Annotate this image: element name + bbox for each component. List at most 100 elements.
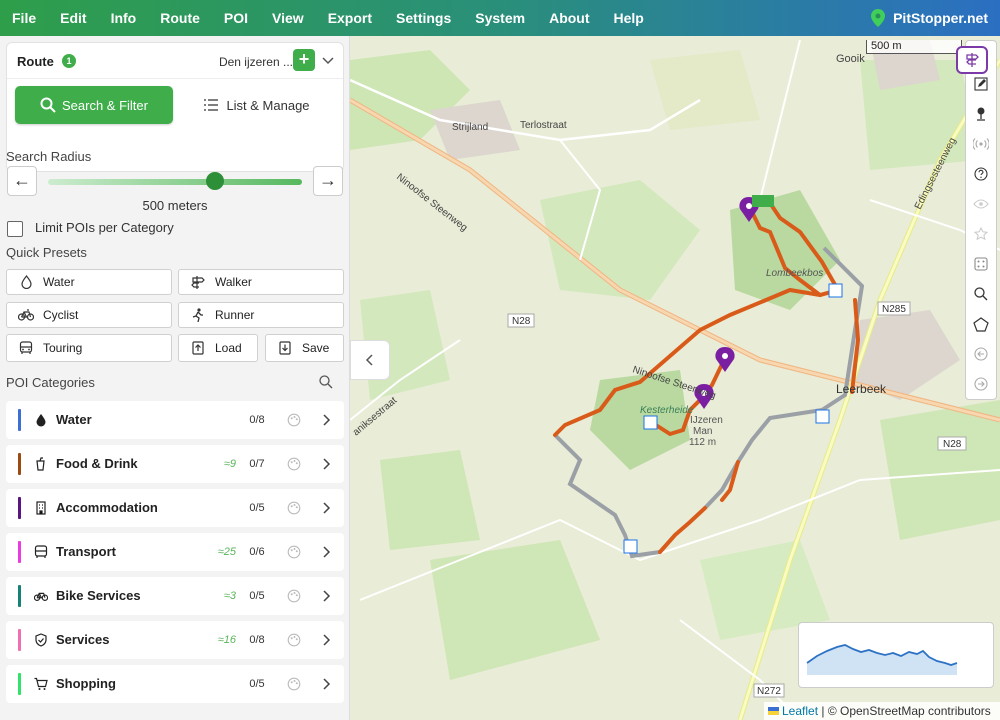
chevron-right-icon[interactable] xyxy=(319,589,333,603)
map-pin-icon xyxy=(871,9,886,27)
map-canvas[interactable]: Strijland Terlostraat Ninoofse Steenweg … xyxy=(350,36,1000,720)
polygon-tool[interactable] xyxy=(966,309,996,339)
chevron-right-icon[interactable] xyxy=(319,457,333,471)
elevation-profile[interactable] xyxy=(798,622,994,688)
preset-save-button[interactable]: Save xyxy=(265,334,344,362)
collapse-panel-button[interactable] xyxy=(350,340,390,380)
random-tool[interactable] xyxy=(966,249,996,279)
tab-list-manage[interactable]: List & Manage xyxy=(177,86,337,124)
osm-attribution-text[interactable]: | © OpenStreetMap contributors xyxy=(821,704,990,718)
preset-touring-button[interactable]: Touring xyxy=(6,334,172,362)
preset-load-button[interactable]: Load xyxy=(178,334,258,362)
bus-icon xyxy=(34,545,48,558)
category-row-shopping[interactable]: Shopping 0/5 xyxy=(6,665,344,703)
radius-decrease-button[interactable]: ← xyxy=(7,166,37,196)
signpost-tool[interactable] xyxy=(956,46,988,74)
menu-system[interactable]: System xyxy=(463,0,537,36)
search-icon xyxy=(40,97,56,113)
radius-slider-track[interactable] xyxy=(48,179,302,185)
flag-icon xyxy=(768,707,779,715)
leaflet-link[interactable]: Leaflet xyxy=(782,704,818,718)
category-name: Water xyxy=(56,412,92,427)
menu-edit[interactable]: Edit xyxy=(48,0,98,36)
limit-pois-label: Limit POIs per Category xyxy=(35,220,174,235)
menu-info[interactable]: Info xyxy=(99,0,149,36)
map-label-ijzeren: IJzeren xyxy=(690,415,723,426)
menu-bar: File Edit Info Route POI View Export Set… xyxy=(0,0,1000,36)
menu-file[interactable]: File xyxy=(0,0,48,36)
brand[interactable]: PitStopper.net xyxy=(871,0,988,36)
category-count: 0/8 xyxy=(249,414,265,426)
undo-tool[interactable] xyxy=(966,339,996,369)
map-label-terlostraat: Terlostraat xyxy=(520,120,567,131)
chevron-right-icon[interactable] xyxy=(319,633,333,647)
menu-help[interactable]: Help xyxy=(602,0,656,36)
chevron-right-icon[interactable] xyxy=(319,677,333,691)
preset-water-button[interactable]: Water xyxy=(6,269,172,295)
pentagon-icon xyxy=(973,316,989,332)
category-row-services[interactable]: Services ≈16 0/8 xyxy=(6,621,344,659)
add-route-button[interactable]: + xyxy=(293,49,315,71)
route-label: Route xyxy=(17,54,54,69)
category-row-transport[interactable]: Transport ≈25 0/6 xyxy=(6,533,344,571)
category-color-bar xyxy=(18,673,21,695)
preset-cyclist-button[interactable]: Cyclist xyxy=(6,302,172,328)
building-icon xyxy=(36,501,46,515)
preset-save-label: Save xyxy=(302,341,330,355)
redo-tool[interactable] xyxy=(966,369,996,399)
poi-categories-label: POI Categories xyxy=(6,375,95,390)
palette-icon[interactable] xyxy=(287,457,301,471)
chevron-right-icon[interactable] xyxy=(319,413,333,427)
favorite-tool[interactable] xyxy=(966,219,996,249)
category-row-water[interactable]: Water 0/8 xyxy=(6,401,344,439)
category-search-icon[interactable] xyxy=(319,375,333,389)
search-icon xyxy=(974,287,988,301)
menu-settings[interactable]: Settings xyxy=(384,0,463,36)
category-row-food-drink[interactable]: Food & Drink ≈9 0/7 xyxy=(6,445,344,483)
chevron-right-icon[interactable] xyxy=(319,545,333,559)
menu-view[interactable]: View xyxy=(260,0,316,36)
category-color-bar xyxy=(18,409,21,431)
preset-load-label: Load xyxy=(215,341,242,355)
menu-poi[interactable]: POI xyxy=(212,0,260,36)
marker-tool[interactable] xyxy=(966,99,996,129)
forward-circle-icon xyxy=(974,377,988,391)
palette-icon[interactable] xyxy=(287,413,301,427)
category-name: Accommodation xyxy=(56,500,158,515)
cup-icon xyxy=(36,457,45,471)
route-selector[interactable]: Route 1 Den ijzeren ... + xyxy=(7,43,343,79)
bicycle-icon xyxy=(18,309,34,321)
category-approx-count: ≈3 xyxy=(223,590,236,602)
map-attribution: Leaflet | © OpenStreetMap contributors xyxy=(764,702,1000,720)
water-drop-icon xyxy=(36,414,46,427)
category-row-accommodation[interactable]: Accommodation 0/5 xyxy=(6,489,344,527)
map-label-strijland: Strijland xyxy=(452,122,488,133)
radius-slider-handle[interactable] xyxy=(206,172,224,190)
palette-icon[interactable] xyxy=(287,677,301,691)
preset-runner-button[interactable]: Runner xyxy=(178,302,344,328)
palette-icon[interactable] xyxy=(287,501,301,515)
preset-walker-button[interactable]: Walker xyxy=(178,269,344,295)
broadcast-tool[interactable] xyxy=(966,129,996,159)
palette-icon[interactable] xyxy=(287,589,301,603)
route-name[interactable]: Den ijzeren ... xyxy=(157,55,293,69)
water-drop-icon xyxy=(20,275,32,289)
tab-search-filter[interactable]: Search & Filter xyxy=(15,86,173,124)
category-row-bike-services[interactable]: Bike Services ≈3 0/5 xyxy=(6,577,344,615)
palette-icon[interactable] xyxy=(287,633,301,647)
palette-icon[interactable] xyxy=(287,545,301,559)
chevron-right-icon[interactable] xyxy=(319,501,333,515)
route-count-badge: 1 xyxy=(62,54,76,68)
chevron-down-icon[interactable] xyxy=(321,53,335,67)
help-tool[interactable] xyxy=(966,159,996,189)
map-search-tool[interactable] xyxy=(966,279,996,309)
visibility-tool[interactable] xyxy=(966,189,996,219)
radius-increase-button[interactable]: → xyxy=(313,166,343,196)
brand-name: PitStopper.net xyxy=(893,10,988,26)
menu-about[interactable]: About xyxy=(537,0,601,36)
category-name: Bike Services xyxy=(56,588,141,603)
menu-route[interactable]: Route xyxy=(148,0,212,36)
menu-export[interactable]: Export xyxy=(316,0,384,36)
map-label-elevation: 112 m xyxy=(689,437,716,448)
limit-pois-checkbox[interactable] xyxy=(7,221,23,237)
